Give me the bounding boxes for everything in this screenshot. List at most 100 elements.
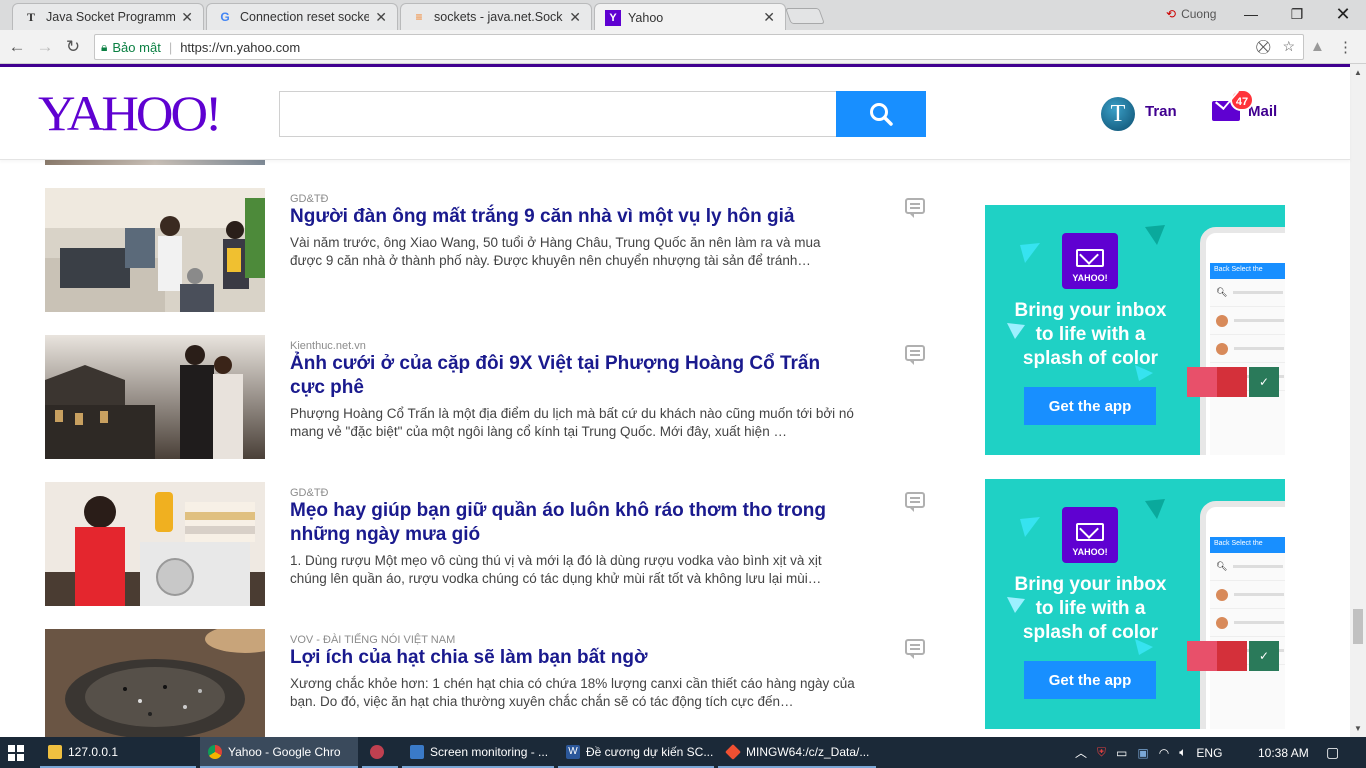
address-bar[interactable]: 🔒︎ Bảo mật | https://vn.yahoo.com ⛒ ☆	[94, 34, 1304, 60]
close-window-button[interactable]: ✕	[1320, 3, 1366, 25]
profile-icon: ⟲	[1166, 7, 1177, 21]
windows-taskbar: 127.0.0.1 Yahoo - Google Chro Screen mon…	[0, 737, 1366, 768]
scroll-down-icon[interactable]: ▼	[1354, 724, 1362, 733]
color-swatch	[1187, 367, 1217, 397]
mail-icon: 47	[1212, 89, 1254, 121]
minimize-button[interactable]: —	[1228, 3, 1274, 25]
mail-icon	[1076, 249, 1104, 267]
wifi-icon[interactable]: ◠	[1159, 746, 1169, 760]
article-description: Xương chắc khỏe hơn: 1 chén hạt chia có …	[290, 676, 855, 709]
browser-tab-strip: T Java Socket Programming ✕ G Connection…	[0, 0, 1366, 31]
taskbar-item-chrome[interactable]: Yahoo - Google Chro	[200, 737, 358, 768]
yahoo-header: YAHOO! T Tran 47 Mail	[0, 67, 1350, 160]
yahoo-mail-ad[interactable]: YAHOO! Bring your inbox to life with a s…	[985, 205, 1285, 455]
antivirus-icon[interactable]: ⛨	[1097, 745, 1106, 760]
windows-start-icon[interactable]	[8, 745, 24, 761]
chevron-up-icon[interactable]: ︿	[1075, 744, 1087, 761]
taskbar-item-virtualbox[interactable]: Screen monitoring - ...	[402, 737, 554, 768]
bookmark-star-icon[interactable]: ☆	[1282, 38, 1295, 55]
comment-icon[interactable]	[905, 345, 925, 365]
stackoverflow-icon: ≡	[415, 10, 423, 24]
new-tab-button[interactable]	[785, 8, 825, 24]
volume-icon[interactable]: 🔈︎	[1179, 745, 1186, 760]
get-app-button[interactable]: Get the app	[1024, 387, 1156, 425]
close-tab-icon[interactable]: ✕	[569, 9, 581, 26]
user-profile[interactable]: T Tran	[1101, 97, 1177, 131]
cookie-icon[interactable]: ⛒	[1256, 38, 1270, 55]
maximize-button[interactable]: ❐	[1274, 3, 1320, 25]
article-source: GD&TĐ	[290, 193, 329, 205]
system-tray: ︿ ⛨ ▭ ▣ ◠ 🔈︎ ENG	[1075, 737, 1222, 768]
scrollbar-thumb[interactable]	[1353, 609, 1363, 644]
list-item[interactable]: Kienthuc.net.vn Ảnh cưới ở của cặp đôi 9…	[45, 335, 935, 460]
list-item[interactable]: VOV - ĐÀI TIẾNG NÓI VIỆT NAM Lợi ích của…	[45, 629, 935, 737]
close-tab-icon[interactable]: ✕	[763, 9, 775, 26]
color-swatch	[1187, 641, 1217, 671]
google-icon: G	[220, 10, 230, 24]
search-icon	[870, 103, 893, 126]
taskbar-item-git-bash[interactable]: MINGW64:/c/z_Data/...	[718, 737, 876, 768]
notification-icon[interactable]: ▢	[1326, 737, 1339, 768]
clock[interactable]: 10:38 AM	[1258, 737, 1309, 768]
phone-illustration: Back Select the 🔍︎	[1200, 227, 1285, 455]
article-description: Phượng Hoàng Cổ Trấn là một địa điểm du …	[290, 406, 854, 439]
get-app-button[interactable]: Get the app	[1024, 661, 1156, 699]
tab-title: Yahoo	[628, 10, 664, 25]
taskbar-item-app[interactable]	[362, 737, 398, 768]
forward-icon[interactable]: →	[35, 37, 55, 57]
scroll-up-icon[interactable]: ▲	[1354, 68, 1362, 77]
taskbar-item-word[interactable]: W Đề cương dự kiến SC...	[558, 737, 714, 768]
article-title[interactable]: Người đàn ông mất trắng 9 căn nhà vì một…	[290, 205, 860, 229]
mail-link[interactable]: 47 Mail	[1212, 89, 1277, 121]
close-tab-icon[interactable]: ✕	[181, 9, 193, 26]
tab-stackoverflow[interactable]: ≡ sockets - java.net.Socket ✕	[400, 3, 592, 30]
user-name: Tran	[1145, 102, 1177, 120]
article-source: GD&TĐ	[290, 487, 329, 499]
comment-icon[interactable]	[905, 198, 925, 218]
article-source: Kienthuc.net.vn	[290, 340, 366, 352]
article-title[interactable]: Mẹo hay giúp bạn giữ quần áo luôn khô rá…	[290, 499, 860, 547]
yahoo-mail-ad[interactable]: YAHOO! Bring your inbox to life with a s…	[985, 479, 1285, 729]
list-item[interactable]: GD&TĐ Mẹo hay giúp bạn giữ quần áo luôn …	[45, 482, 935, 607]
mail-count-badge: 47	[1230, 89, 1254, 111]
page-scrollbar[interactable]: ▲ ▼	[1350, 64, 1366, 737]
reload-icon[interactable]: ↻	[63, 37, 83, 57]
tab-yahoo[interactable]: Y Yahoo ✕	[594, 3, 786, 31]
article-title[interactable]: Ảnh cưới ở của cặp đôi 9X Việt tại Phượn…	[290, 352, 860, 400]
yahoo-logo[interactable]: YAHOO!	[38, 86, 222, 142]
tab-java-socket[interactable]: T Java Socket Programming ✕	[12, 3, 204, 30]
article-description: 1. Dùng rượu Một mẹo vô cùng thú vị và m…	[290, 553, 822, 586]
article-title[interactable]: Lợi ích của hạt chia sẽ làm bạn bất ngờ	[290, 646, 860, 670]
profile-name: Cuong	[1181, 7, 1217, 21]
url-text[interactable]: https://vn.yahoo.com	[180, 40, 300, 55]
search-input[interactable]	[279, 91, 837, 137]
menu-icon[interactable]: ⋮	[1338, 38, 1353, 56]
color-swatch	[1217, 367, 1247, 397]
tab-favicon-icon: T	[26, 9, 35, 24]
article-thumbnail[interactable]	[45, 482, 265, 606]
comment-icon[interactable]	[905, 492, 925, 512]
comment-icon[interactable]	[905, 639, 925, 659]
article-thumbnail[interactable]	[45, 629, 265, 737]
taskbar-item-explorer[interactable]: 127.0.0.1	[40, 737, 196, 768]
article-thumbnail[interactable]	[45, 335, 265, 459]
folder-icon	[48, 744, 62, 759]
profile-button[interactable]: ⟲ Cuong	[1166, 7, 1216, 21]
tray-app-icon[interactable]: ▣	[1137, 746, 1148, 760]
battery-icon[interactable]: ▭	[1116, 746, 1127, 760]
security-label: Bảo mật	[112, 39, 161, 55]
previous-article-thumbnail[interactable]	[45, 160, 265, 165]
search-button[interactable]	[836, 91, 926, 137]
tab-connection-reset[interactable]: G Connection reset socket ✕	[206, 3, 398, 30]
divider: |	[168, 39, 173, 55]
back-icon[interactable]: ←	[7, 37, 27, 57]
color-swatch: ✓	[1249, 367, 1279, 397]
virtualbox-icon	[410, 744, 424, 759]
language-indicator[interactable]: ENG	[1196, 746, 1222, 760]
article-thumbnail[interactable]	[45, 188, 265, 312]
yahoo-favicon-icon: Y	[605, 9, 621, 26]
close-tab-icon[interactable]: ✕	[375, 9, 387, 26]
extension-icon[interactable]: ▲	[1310, 38, 1325, 55]
list-item[interactable]: GD&TĐ Người đàn ông mất trắng 9 căn nhà …	[45, 188, 935, 313]
browser-toolbar: ← → ↻ 🔒︎ Bảo mật | https://vn.yahoo.com …	[0, 30, 1366, 64]
